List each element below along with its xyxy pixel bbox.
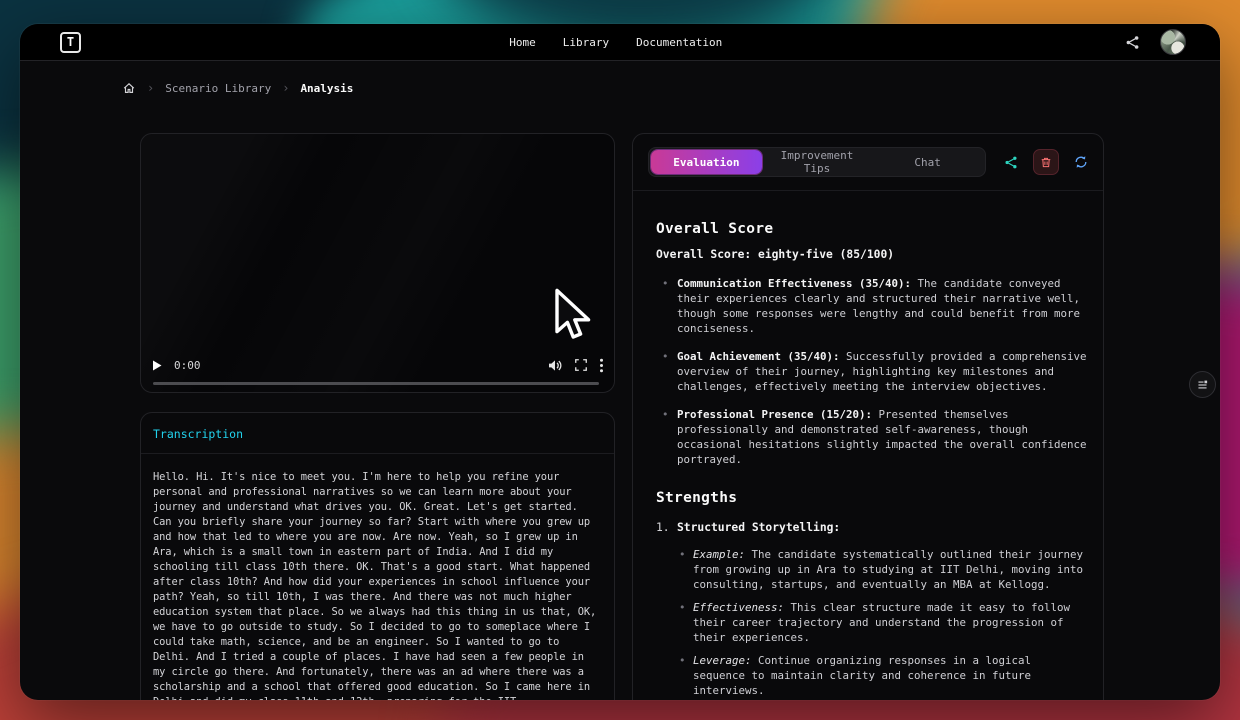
- breadcrumb-separator-icon: ›: [147, 81, 154, 95]
- breadcrumb-scenario-library[interactable]: Scenario Library: [165, 82, 271, 95]
- app-logo[interactable]: T: [60, 32, 81, 53]
- more-options-icon[interactable]: [599, 358, 604, 373]
- play-icon[interactable]: [151, 359, 163, 372]
- refresh-icon: [1074, 155, 1088, 169]
- evaluation-content: Overall Score Overall Score: eighty-five…: [633, 191, 1103, 700]
- video-seekbar[interactable]: [153, 382, 599, 385]
- top-nav-actions: [1125, 29, 1186, 55]
- breadcrumb-analysis: Analysis: [300, 82, 353, 95]
- user-avatar[interactable]: [1160, 29, 1186, 55]
- share-icon: [1004, 155, 1018, 170]
- transcription-panel: Transcription Hello. Hi. It's nice to me…: [140, 412, 615, 700]
- tab-evaluation[interactable]: Evaluation: [651, 150, 762, 174]
- strength-item-heading: 1. Structured Storytelling:: [656, 521, 1087, 534]
- strengths-title: Strengths: [656, 490, 1087, 506]
- transcription-title: Transcription: [141, 413, 614, 454]
- strength-point: Effectiveness: This clear structure made…: [677, 600, 1087, 645]
- score-item: Communication Effectiveness (35/40): The…: [656, 276, 1087, 336]
- delete-button[interactable]: [1033, 149, 1059, 175]
- share-icon[interactable]: [1125, 35, 1140, 50]
- score-item-label: Communication Effectiveness (35/40):: [677, 277, 911, 290]
- score-item: Goal Achievement (35/40): Successfully p…: [656, 349, 1087, 394]
- video-timestamp: 0:00: [174, 359, 201, 372]
- desktop-background: T Home Library Documentation: [0, 0, 1240, 720]
- strength-point-text: The candidate systematically outlined th…: [693, 548, 1083, 591]
- strength-points-list: Example: The candidate systematically ou…: [656, 547, 1087, 698]
- nav-home[interactable]: Home: [509, 36, 536, 49]
- top-nav-bar: T Home Library Documentation: [20, 24, 1220, 61]
- strength-point-label: Example:: [693, 548, 745, 561]
- main-nav: Home Library Documentation: [509, 36, 722, 49]
- strength-item-number: 1.: [656, 521, 677, 534]
- app-window: T Home Library Documentation: [20, 24, 1220, 700]
- score-item: Professional Presence (15/20): Presented…: [656, 407, 1087, 467]
- strength-point-label: Effectiveness:: [693, 601, 784, 614]
- share-analysis-button[interactable]: [998, 149, 1024, 175]
- nav-library[interactable]: Library: [563, 36, 609, 49]
- tab-list: Evaluation Improvement Tips Chat: [648, 147, 986, 177]
- strength-point: Example: The candidate systematically ou…: [677, 547, 1087, 592]
- video-player[interactable]: 0:00: [140, 133, 615, 393]
- strength-point-label: Leverage:: [693, 654, 752, 667]
- transcription-text: Hello. Hi. It's nice to meet you. I'm he…: [141, 454, 614, 700]
- nav-documentation[interactable]: Documentation: [636, 36, 722, 49]
- panel-toolbar: Evaluation Improvement Tips Chat: [633, 134, 1103, 191]
- overall-score-value: Overall Score: eighty-five (85/100): [656, 248, 1087, 261]
- refresh-button[interactable]: [1068, 149, 1094, 175]
- panel-toggle-button[interactable]: [1189, 371, 1216, 398]
- score-item-label: Goal Achievement (35/40):: [677, 350, 840, 363]
- video-controls: 0:00: [151, 354, 604, 376]
- tab-improvement-tips[interactable]: Improvement Tips: [762, 150, 873, 174]
- breadcrumb: › Scenario Library › Analysis: [122, 80, 353, 96]
- overall-score-title: Overall Score: [656, 221, 1087, 237]
- fullscreen-icon[interactable]: [574, 358, 588, 372]
- trash-icon: [1040, 156, 1052, 169]
- breadcrumb-separator-icon: ›: [282, 81, 289, 95]
- home-icon[interactable]: [122, 81, 136, 95]
- volume-icon[interactable]: [547, 358, 563, 373]
- tab-chat[interactable]: Chat: [872, 150, 983, 174]
- strength-point: Leverage: Continue organizing responses …: [677, 653, 1087, 698]
- score-breakdown-list: Communication Effectiveness (35/40): The…: [656, 276, 1087, 467]
- analysis-panel: Evaluation Improvement Tips Chat: [632, 133, 1104, 700]
- score-item-label: Professional Presence (15/20):: [677, 408, 872, 421]
- sliders-icon: [1196, 377, 1209, 392]
- strength-item-title: Structured Storytelling:: [677, 521, 840, 534]
- panel-actions: [998, 149, 1094, 175]
